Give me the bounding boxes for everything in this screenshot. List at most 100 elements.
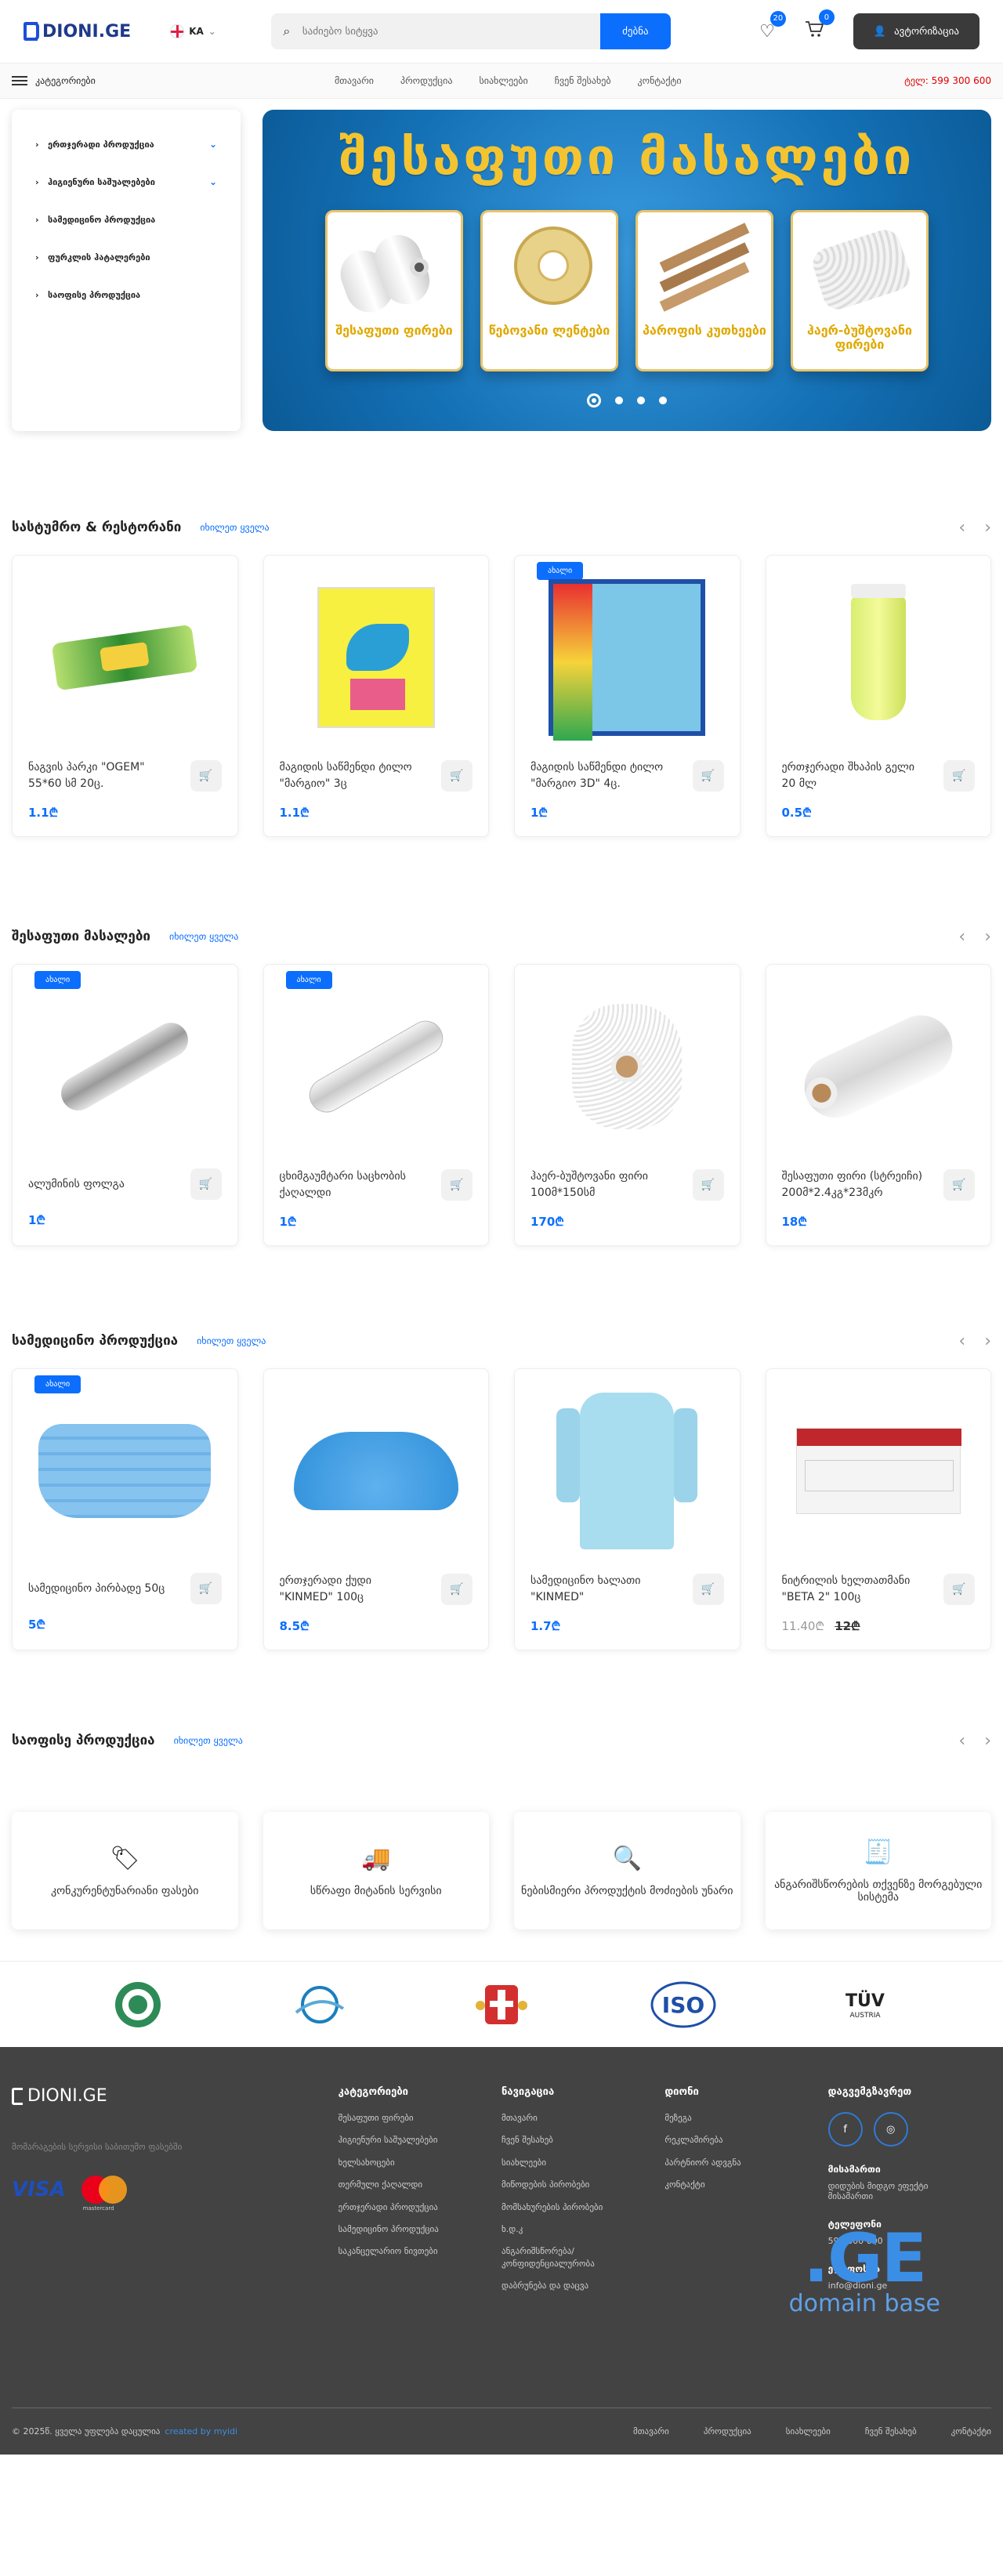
add-to-cart-button[interactable]: 🛒 [943,1169,975,1201]
footer-link[interactable]: მთავარი [502,2112,664,2124]
footer-link[interactable]: პარტნიორ ადვგნა [664,2157,827,2168]
product-name[interactable]: მაგიდის საწმენდი ტილო "მარგიო 3D" 4ც. [530,759,679,792]
footer-link[interactable]: მეზეგა [664,2112,827,2124]
footer-link[interactable]: ჩვენ შესახებ [502,2134,664,2146]
add-to-cart-button[interactable]: 🛒 [190,1168,222,1200]
partner-logo-tuv[interactable]: TÜV AUSTRIA [826,1977,904,2032]
arrow-left-icon[interactable]: ‹ [958,1331,965,1351]
product-name[interactable]: ცხიმგაუმტარი საცხობის ქაღალდი [280,1168,429,1201]
add-to-cart-button[interactable]: 🛒 [943,1574,975,1605]
slider-dot[interactable] [637,397,645,404]
arrow-right-icon[interactable]: › [984,1331,991,1351]
wishlist-button[interactable]: ♡ 20 [759,10,786,42]
footer-link[interactable]: კონტაქტი [664,2179,827,2190]
product-name[interactable]: მაგიდის საწმენდი ტილო "მარგიო" 3ც [280,759,429,792]
footer-link[interactable]: რეკლამირება [664,2134,827,2146]
footer-bottom-link[interactable]: პროდუქცია [704,2426,751,2437]
sidebar-item-medical[interactable]: › სამედიცინო პროდუქცია [12,201,241,238]
footer-link[interactable]: სიახლეები [502,2157,664,2168]
instagram-icon[interactable]: ◎ [873,2112,908,2147]
add-to-cart-button[interactable]: 🛒 [692,1169,724,1201]
credit-link[interactable]: created by myidi [165,2426,237,2437]
product-card[interactable]: ახალი ალუმინის ფოლგა 🛒 1₾ [12,964,238,1246]
add-to-cart-button[interactable]: 🛒 [190,1573,222,1604]
nav-item-contact[interactable]: კონტაქტი [638,75,682,86]
arrow-right-icon[interactable]: › [984,927,991,947]
nav-item-about[interactable]: ჩვენ შესახებ [555,75,611,86]
footer-link[interactable]: მომსახურების პირობები [502,2201,664,2213]
facebook-icon[interactable]: f [827,2112,863,2147]
nav-item-products[interactable]: პროდუქცია [400,75,452,86]
product-card[interactable]: ერთჯერადი შხაპის გელი 20 მლ 🛒 0.5₾ [765,555,991,837]
add-to-cart-button[interactable]: 🛒 [943,760,975,792]
product-card[interactable]: ნაგვის პარკი "OGEM" 55*60 სმ 20ც. 🛒 1.1₾ [12,555,238,837]
see-all-link[interactable]: იხილეთ ყველა [169,931,238,942]
product-card[interactable]: სამედიცინო ხალათი "KINMED" 🛒 1.7₾ [514,1368,740,1650]
footer-link[interactable]: ხელსახოცები [339,2157,502,2168]
arrow-left-icon[interactable]: ‹ [958,1731,965,1751]
product-name[interactable]: სამედიცინო ხალათი "KINMED" [530,1573,679,1606]
slider-dot[interactable] [659,397,667,404]
product-name[interactable]: ნიტრილის ხელთათმანი "BETA 2" 100ც [782,1573,931,1606]
see-all-link[interactable]: იხილეთ ყველა [174,1735,243,1746]
product-card[interactable]: ახალი ცხიმგაუმტარი საცხობის ქაღალდი 🛒 1₾ [263,964,489,1246]
sidebar-item-office[interactable]: › საოფისე პროდუქცია [12,276,241,313]
categories-toggle[interactable]: კატეგორიები [12,75,310,86]
footer-link[interactable]: ჰიგიენური საშუალებები [339,2134,502,2146]
footer-link[interactable]: შესაფუთი ფირები [339,2112,502,2124]
arrow-right-icon[interactable]: › [984,518,991,538]
product-name[interactable]: შესაფუთი ფირი (სტრეიჩი) 200მ*2.4კგ*23მკრ [782,1168,931,1201]
nav-item-home[interactable]: მთავარი [335,75,374,86]
hero-banner[interactable]: შესაფუთი მასალები შესაფუთი ფირები წებოვა… [263,110,991,431]
nav-item-news[interactable]: სიახლეები [479,75,527,86]
partner-logo-green-seal[interactable] [99,1977,177,2032]
footer-link[interactable]: დაბრუნება და დაცვა [502,2280,664,2292]
site-logo[interactable]: DIONI.GE [24,22,131,42]
sidebar-item-disposable[interactable]: › ერთჯერადი პროდუქცია ⌄ [12,125,241,163]
product-name[interactable]: ერთჯერადი ქუდი "KINMED" 100ც [280,1573,429,1606]
add-to-cart-button[interactable]: 🛒 [692,760,724,792]
add-to-cart-button[interactable]: 🛒 [692,1574,724,1605]
product-card[interactable]: ახალი მაგიდის საწმენდი ტილო "მარგიო 3D" … [514,555,740,837]
footer-bottom-link[interactable]: კონტაქტი [951,2426,991,2437]
footer-link[interactable]: მიწოდების პირობები [502,2179,664,2190]
add-to-cart-button[interactable]: 🛒 [441,760,473,792]
product-name[interactable]: ჰაერ-ბუშტოვანი ფირი 100მ*150სმ [530,1168,679,1201]
partner-logo-georgia-coat[interactable] [462,1977,541,2032]
footer-bottom-link[interactable]: ჩვენ შესახებ [865,2426,917,2437]
footer-link[interactable]: ხ.დ.კ [502,2223,664,2235]
footer-link[interactable]: სამედიცინო პროდუქცია [339,2223,502,2235]
footer-link[interactable]: ანგარიშსწორება/ კონფიდენციალურობა [502,2245,664,2270]
product-name[interactable]: სამედიცინო პირბადე 50ც [28,1581,177,1597]
slider-dot[interactable] [615,397,623,404]
product-card[interactable]: ახალი სამედიცინო პირბადე 50ც 🛒 5₾ [12,1368,238,1650]
search-input[interactable] [302,25,600,38]
product-card[interactable]: ჰაერ-ბუშტოვანი ფირი 100მ*150სმ 🛒 170₾ [514,964,740,1246]
arrow-right-icon[interactable]: › [984,1731,991,1751]
cart-button[interactable]: 0 [805,9,835,42]
product-card[interactable]: მაგიდის საწმენდი ტილო "მარგიო" 3ც 🛒 1.1₾ [263,555,489,837]
see-all-link[interactable]: იხილეთ ყველა [197,1335,266,1346]
add-to-cart-button[interactable]: 🛒 [441,1574,473,1605]
login-button[interactable]: 👤 ავტორიზაცია [853,13,979,49]
product-card[interactable]: შესაფუთი ფირი (სტრეიჩი) 200მ*2.4კგ*23მკრ… [765,964,991,1246]
product-name[interactable]: ერთჯერადი შხაპის გელი 20 მლ [782,759,931,792]
search-button[interactable]: ძებნა [599,13,671,49]
footer-bottom-link[interactable]: მთავარი [633,2426,669,2437]
footer-link[interactable]: თერმული ქაღალდი [339,2179,502,2190]
add-to-cart-button[interactable]: 🛒 [441,1169,473,1201]
add-to-cart-button[interactable]: 🛒 [190,760,222,792]
product-name[interactable]: ნაგვის პარკი "OGEM" 55*60 სმ 20ც. [28,759,177,792]
footer-link[interactable]: ერთჯერადი პროდუქცია [339,2201,502,2213]
arrow-left-icon[interactable]: ‹ [958,927,965,947]
partner-logo-globe[interactable] [281,1977,359,2032]
phone-number[interactable]: ტელ: 599 300 600 [904,75,991,86]
partner-logo-iso[interactable]: ISO [644,1977,722,2032]
see-all-link[interactable]: იხილეთ ყველა [200,522,269,533]
footer-logo[interactable]: DIONI.GE [12,2086,339,2106]
slider-dot-active[interactable] [587,393,601,408]
product-card[interactable]: ერთჯერადი ქუდი "KINMED" 100ც 🛒 8.5₾ [263,1368,489,1650]
arrow-left-icon[interactable]: ‹ [958,518,965,538]
product-card[interactable]: ნიტრილის ხელთათმანი "BETA 2" 100ც 🛒 11.4… [765,1368,991,1650]
language-selector[interactable]: KA ⌄ [170,24,216,38]
